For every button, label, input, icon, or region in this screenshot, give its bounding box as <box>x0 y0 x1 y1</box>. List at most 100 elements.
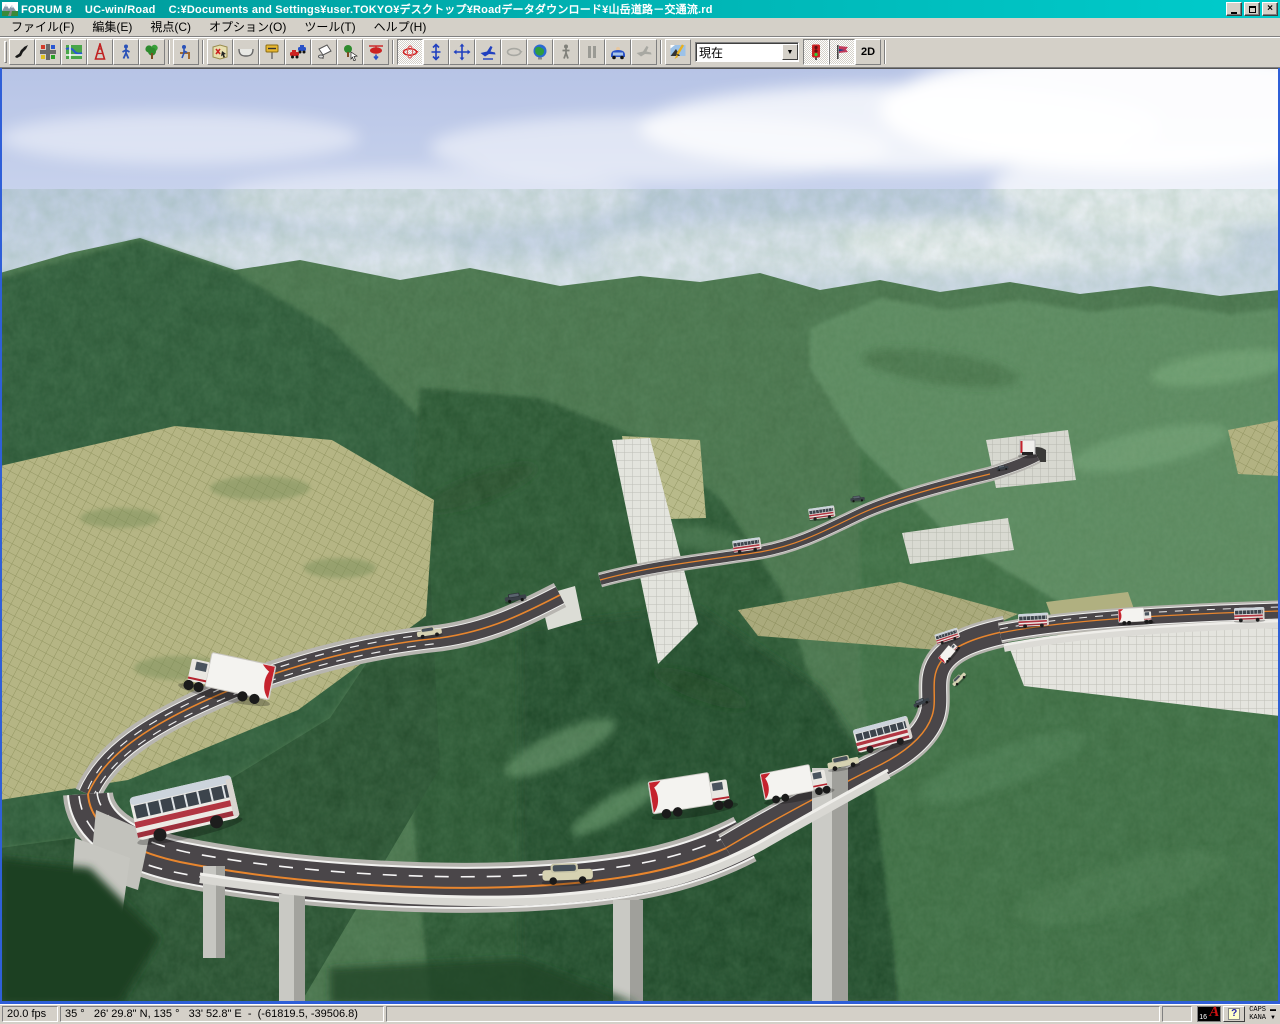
status-sub-panel <box>1162 1005 1193 1022</box>
toolbar-button-drive-simulation[interactable] <box>173 39 199 65</box>
menu-tools[interactable]: ツール(T) <box>295 17 364 37</box>
toolbar-button-tree[interactable] <box>139 39 165 65</box>
window-title: FORUM 8 UC-win/Road C:¥Documents and Set… <box>21 4 713 16</box>
toolbar-separator <box>884 40 886 64</box>
traffic-signal-icon <box>812 44 820 60</box>
flag-marker-icon <box>837 45 848 59</box>
app-icon <box>2 2 18 16</box>
coordinates-indicator: 35 ° 26' 29.8" N, 135 ° 33' 52.8" E - (-… <box>60 1005 384 1022</box>
view-select-value: 現在 <box>699 45 724 60</box>
toolbar-button-road-section[interactable] <box>233 39 259 65</box>
ime-toolbar: A 16 ? CAPS KANA ▬ ▼ <box>1194 1004 1278 1022</box>
japan-map-icon <box>15 45 28 58</box>
ime-page-number: 16 <box>1199 1013 1207 1021</box>
restore-icon <box>1248 5 1256 13</box>
status-bar: 20.0 fps 35 ° 26' 29.8" N, 135 ° 33' 52.… <box>0 1004 1280 1024</box>
kana-indicator: KANA <box>1249 1013 1266 1022</box>
traffic-cars-icon <box>290 45 306 59</box>
help-icon: ? <box>1228 1007 1241 1020</box>
menu-options[interactable]: オプション(O) <box>200 17 295 37</box>
toolbar-grip[interactable] <box>4 41 7 63</box>
pan-vertical-icon <box>431 43 441 61</box>
viewport-container <box>0 68 1280 1004</box>
drive-view-icon <box>611 47 625 60</box>
close-icon: × <box>1267 3 1273 14</box>
city-map-icon <box>65 45 83 59</box>
status-message-panel <box>386 1005 1161 1022</box>
combo-dropdown-button[interactable]: ▼ <box>782 44 798 60</box>
menu-viewpoint[interactable]: 視点(C) <box>141 17 200 37</box>
ime-bar-controls[interactable]: ▬ ▼ <box>1270 1007 1278 1021</box>
toolbar-button-walk-view[interactable] <box>553 39 579 65</box>
tree-place-icon <box>344 45 358 61</box>
restore-button[interactable] <box>1244 2 1260 16</box>
bus <box>1017 612 1050 630</box>
toolbar-button-rotate-view[interactable] <box>397 39 423 65</box>
toolbar: 現在 ▼ 2D <box>0 37 1280 68</box>
toolbar-button-drive-view[interactable] <box>605 39 631 65</box>
pause-icon <box>588 46 596 58</box>
close-button[interactable]: × <box>1262 2 1278 16</box>
ime-a-glyph: A <box>1208 1004 1221 1020</box>
signpost-icon <box>265 44 279 59</box>
minimize-icon <box>1231 11 1237 14</box>
ime-lock-indicators[interactable]: CAPS KANA <box>1247 1006 1268 1022</box>
toolbar-separator <box>392 40 394 64</box>
toolbar-button-helicopter-view[interactable] <box>363 39 389 65</box>
world-view-icon <box>533 44 547 60</box>
toolbar-separator <box>660 40 662 64</box>
menu-bar: ファイル(F) 編集(E) 視点(C) オプション(O) ツール(T) ヘルプ(… <box>0 18 1280 37</box>
road-plan-icon <box>40 44 56 60</box>
rotate-view-icon <box>402 45 419 59</box>
map-marker-icon <box>212 44 228 60</box>
bus <box>1233 606 1266 624</box>
toolbar-button-pan-vertical[interactable] <box>423 39 449 65</box>
ime-mode-icon[interactable]: A 16 <box>1197 1004 1222 1022</box>
viewport-3d-scene[interactable] <box>0 68 1280 1004</box>
toolbar-button-signpost[interactable] <box>259 39 285 65</box>
fly-view-icon <box>480 46 496 60</box>
helicopter-icon <box>369 45 383 61</box>
toolbar-button-city-map[interactable] <box>61 39 87 65</box>
toolbar-button-fly-view[interactable] <box>475 39 501 65</box>
orbit-view-icon <box>506 47 523 57</box>
toolbar-button-scenery-options[interactable] <box>665 39 691 65</box>
view-select-combo[interactable]: 現在 ▼ <box>695 42 799 62</box>
ime-minimize-icon: ▬ <box>1270 1006 1276 1013</box>
toolbar-button-pedestrian[interactable] <box>113 39 139 65</box>
scenery-options-icon <box>670 44 686 59</box>
menu-help[interactable]: ヘルプ(H) <box>365 17 436 37</box>
tree-icon <box>145 44 158 59</box>
title-bar[interactable]: FORUM 8 UC-win/Road C:¥Documents and Set… <box>0 0 1280 18</box>
toolbar-button-pan-view[interactable] <box>449 39 475 65</box>
toolbar-button-road-plan[interactable] <box>35 39 61 65</box>
menu-file[interactable]: ファイル(F) <box>2 17 83 37</box>
tower-icon <box>94 43 106 60</box>
pedestrian-icon <box>122 44 130 59</box>
ime-expand-icon: ▼ <box>1270 1014 1276 1021</box>
pan-view-icon <box>453 43 471 61</box>
toolbar-button-tower[interactable] <box>87 39 113 65</box>
toolbar-button-flag-marker[interactable] <box>829 39 855 65</box>
toolbar-button-traffic-cars[interactable] <box>285 39 311 65</box>
toolbar-button-orbit-view[interactable] <box>501 39 527 65</box>
chevron-down-icon: ▼ <box>786 48 794 56</box>
toolbar-button-world-view[interactable] <box>527 39 553 65</box>
drive-simulation-icon <box>180 45 190 59</box>
toolbar-button-texture-paint[interactable] <box>311 39 337 65</box>
menu-edit[interactable]: 編集(E) <box>83 17 141 37</box>
truck <box>1018 439 1038 459</box>
toolbar-button-2d-view[interactable]: 2D <box>855 39 881 65</box>
ime-help-button[interactable]: ? <box>1223 1005 1246 1022</box>
toolbar-separator <box>202 40 204 64</box>
toolbar-button-traffic-signal[interactable] <box>803 39 829 65</box>
minimize-button[interactable] <box>1226 2 1242 16</box>
toolbar-button-pause[interactable] <box>579 39 605 65</box>
toolbar-button-japan-map[interactable] <box>9 39 35 65</box>
application-window: FORUM 8 UC-win/Road C:¥Documents and Set… <box>0 0 1280 1024</box>
toolbar-button-tree-place[interactable] <box>337 39 363 65</box>
toolbar-button-map-marker[interactable] <box>207 39 233 65</box>
flight-view-icon <box>636 46 652 57</box>
road-section-icon <box>238 48 254 57</box>
toolbar-button-flight-view[interactable] <box>631 39 657 65</box>
